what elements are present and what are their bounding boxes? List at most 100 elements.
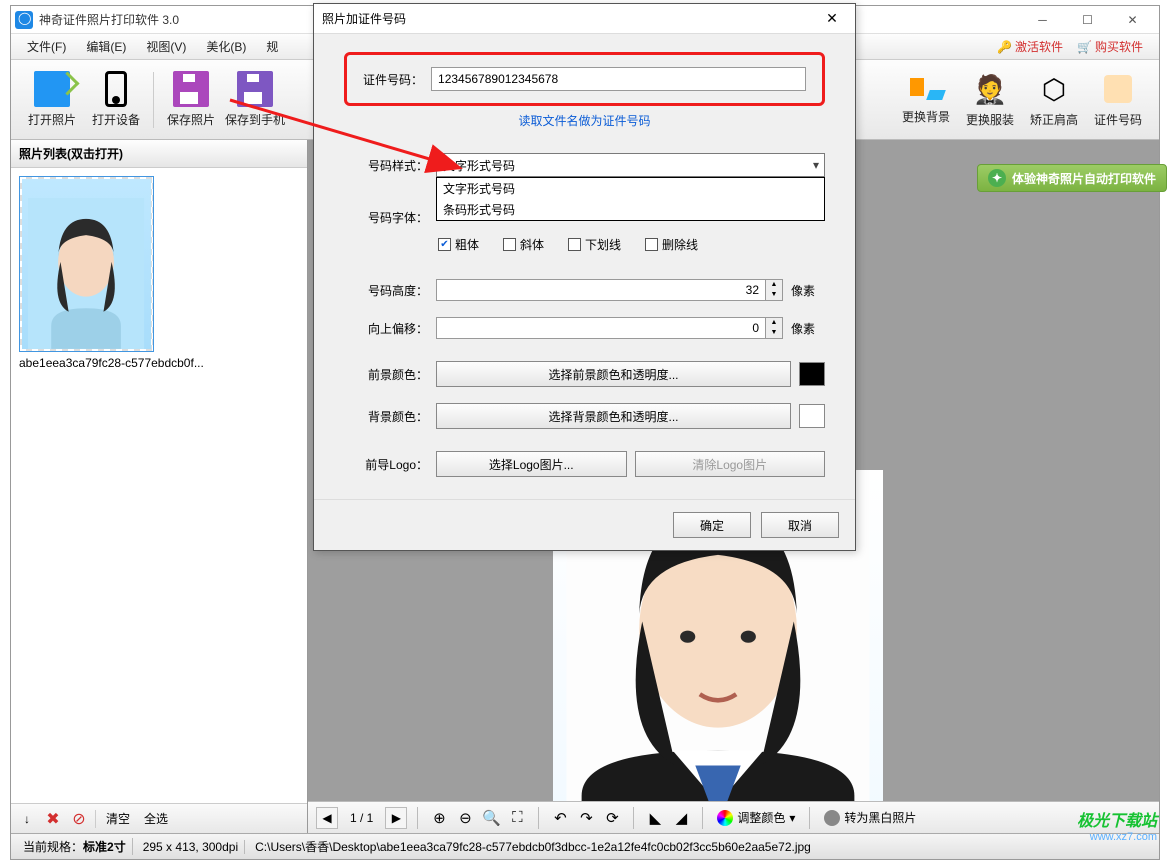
flip-h-button[interactable]: ◣ bbox=[644, 807, 666, 829]
bw-icon bbox=[824, 810, 840, 826]
adjust-color-button[interactable]: 调整颜色 ▾ bbox=[713, 809, 799, 826]
rotate-left-button[interactable]: ↶ bbox=[549, 807, 571, 829]
page-prev-button[interactable]: ◀ bbox=[316, 807, 338, 829]
italic-checkbox[interactable]: 斜体 bbox=[503, 236, 544, 253]
photo-thumbnail[interactable] bbox=[19, 176, 154, 352]
id-label: 证件号码： bbox=[363, 71, 423, 88]
open-photo-icon bbox=[34, 71, 70, 107]
zoom-in-button[interactable]: ⊕ bbox=[428, 807, 450, 829]
fg-label: 前景颜色： bbox=[344, 366, 428, 383]
bg-color-button[interactable]: 选择背景颜色和透明度... bbox=[436, 403, 791, 429]
person-illustration bbox=[28, 198, 144, 349]
canvas-toolbar: ◀ 1 / 1 ▶ ⊕ ⊖ 🔍 ⛶ ↶ ↷ ⟳ ◣ ◢ 调整颜色 ▾ 转为黑白照… bbox=[308, 801, 1159, 833]
menu-view[interactable]: 视图(V) bbox=[136, 35, 196, 58]
underline-checkbox[interactable]: 下划线 bbox=[568, 236, 621, 253]
select-all-button[interactable]: 全选 bbox=[140, 810, 172, 827]
height-label: 号码高度： bbox=[344, 282, 428, 299]
delete-button[interactable]: ✖ bbox=[43, 809, 63, 829]
bg-label: 背景颜色： bbox=[344, 408, 428, 425]
open-photo-button[interactable]: 打开照片 bbox=[21, 64, 83, 136]
height-spinner[interactable]: ▲▼ bbox=[436, 279, 783, 301]
maximize-button[interactable]: ☐ bbox=[1065, 8, 1110, 32]
bold-checkbox[interactable]: ✔粗体 bbox=[438, 236, 479, 253]
menu-spec[interactable]: 规 bbox=[256, 35, 288, 58]
style-label: 号码样式： bbox=[344, 157, 428, 174]
fit-button[interactable]: ⛶ bbox=[506, 807, 528, 829]
fg-color-button[interactable]: 选择前景颜色和透明度... bbox=[436, 361, 791, 387]
dialog-titlebar[interactable]: 照片加证件号码 ✕ bbox=[314, 4, 855, 34]
flip-v-button[interactable]: ◢ bbox=[670, 807, 692, 829]
menu-beautify[interactable]: 美化(B) bbox=[196, 35, 256, 58]
minimize-button[interactable]: ─ bbox=[1020, 8, 1065, 32]
id-highlight-box: 证件号码： bbox=[344, 52, 825, 106]
dialog-close-button[interactable]: ✕ bbox=[817, 10, 847, 27]
save-icon bbox=[173, 71, 209, 107]
spin-up-icon[interactable]: ▲ bbox=[766, 318, 782, 328]
chevron-down-icon: ▾ bbox=[789, 811, 795, 825]
clear-button[interactable]: 清空 bbox=[102, 810, 134, 827]
move-down-button[interactable]: ↓ bbox=[17, 809, 37, 829]
checkbox-icon bbox=[645, 238, 658, 251]
device-icon bbox=[98, 71, 134, 107]
change-clothes-button[interactable]: 🤵 更换服装 bbox=[959, 64, 1021, 136]
close-button[interactable]: ✕ bbox=[1110, 8, 1155, 32]
fix-shoulder-button[interactable]: ⬡ 矫正肩高 bbox=[1023, 64, 1085, 136]
change-bg-icon bbox=[908, 74, 944, 104]
activate-link[interactable]: 🔑 激活软件 bbox=[997, 38, 1063, 55]
select-logo-button[interactable]: 选择Logo图片... bbox=[436, 451, 627, 477]
menu-edit[interactable]: 编辑(E) bbox=[76, 35, 136, 58]
change-bg-button[interactable]: 更换背景 bbox=[895, 64, 957, 136]
id-input[interactable] bbox=[431, 67, 806, 91]
menu-file[interactable]: 文件(F) bbox=[17, 35, 76, 58]
thumb-list: abe1eea3ca79fc28-c577ebdcb0f... bbox=[11, 168, 307, 803]
status-path: C:\Users\香香\Desktop\abe1eea3ca79fc28-c57… bbox=[249, 838, 1153, 855]
checkbox-icon bbox=[568, 238, 581, 251]
rotate-right-button[interactable]: ↷ bbox=[575, 807, 597, 829]
sidebar-footer: ↓ ✖ ⊘ 清空 全选 bbox=[11, 803, 307, 833]
offset-input[interactable] bbox=[436, 317, 766, 339]
page-next-button[interactable]: ▶ bbox=[385, 807, 407, 829]
read-filename-link[interactable]: 读取文件名做为证件号码 bbox=[344, 112, 825, 129]
thumbnail-image bbox=[22, 179, 151, 349]
id-number-button[interactable]: 证件号码 bbox=[1087, 64, 1149, 136]
unit-label: 像素 bbox=[791, 282, 825, 299]
save-phone-icon bbox=[237, 71, 273, 107]
zoom-reset-button[interactable]: 🔍 bbox=[480, 807, 502, 829]
save-to-phone-button[interactable]: 保存到手机 bbox=[224, 64, 286, 136]
clear-logo-button[interactable]: 清除Logo图片 bbox=[635, 451, 826, 477]
pager-label: 1 / 1 bbox=[342, 811, 381, 825]
spin-down-icon[interactable]: ▼ bbox=[766, 290, 782, 300]
app-icon bbox=[15, 11, 33, 29]
cart-icon: 🛒 bbox=[1077, 40, 1092, 54]
cancel-button[interactable]: 取消 bbox=[761, 512, 839, 538]
delete-all-button[interactable]: ⊘ bbox=[69, 809, 89, 829]
reload-button[interactable]: ⟳ bbox=[601, 807, 623, 829]
style-option-text[interactable]: 文字形式号码 bbox=[437, 178, 824, 199]
offset-spinner[interactable]: ▲▼ bbox=[436, 317, 783, 339]
style-option-barcode[interactable]: 条码形式号码 bbox=[437, 199, 824, 220]
id-photo-icon bbox=[1100, 71, 1136, 107]
spin-up-icon[interactable]: ▲ bbox=[766, 280, 782, 290]
convert-bw-button[interactable]: 转为黑白照片 bbox=[820, 809, 920, 826]
ok-button[interactable]: 确定 bbox=[673, 512, 751, 538]
id-number-dialog: 照片加证件号码 ✕ 证件号码： 读取文件名做为证件号码 号码样式： 文字形式号码… bbox=[313, 3, 856, 551]
suit-icon: 🤵 bbox=[972, 71, 1008, 107]
status-spec: 当前规格：标准2寸 bbox=[17, 838, 133, 855]
thumbnail-caption: abe1eea3ca79fc28-c577ebdcb0f... bbox=[19, 356, 299, 370]
dialog-title: 照片加证件号码 bbox=[322, 10, 817, 27]
height-input[interactable] bbox=[436, 279, 766, 301]
experience-button[interactable]: ✦ 体验神奇照片自动打印软件 bbox=[977, 164, 1167, 192]
save-photo-button[interactable]: 保存照片 bbox=[160, 64, 222, 136]
toolbar-separator bbox=[153, 72, 154, 128]
status-dims: 295 x 413, 300dpi bbox=[137, 840, 245, 854]
strike-checkbox[interactable]: 删除线 bbox=[645, 236, 698, 253]
style-dropdown: 文字形式号码 条码形式号码 bbox=[436, 177, 825, 221]
buy-link[interactable]: 🛒 购买软件 bbox=[1077, 38, 1143, 55]
style-select[interactable]: 文字形式号码 文字形式号码 条码形式号码 bbox=[436, 153, 825, 177]
zoom-out-button[interactable]: ⊖ bbox=[454, 807, 476, 829]
open-device-button[interactable]: 打开设备 bbox=[85, 64, 147, 136]
spin-down-icon[interactable]: ▼ bbox=[766, 328, 782, 338]
sidebar-header: 照片列表(双击打开) bbox=[11, 140, 307, 168]
bg-swatch bbox=[799, 404, 825, 428]
unit-label: 像素 bbox=[791, 320, 825, 337]
